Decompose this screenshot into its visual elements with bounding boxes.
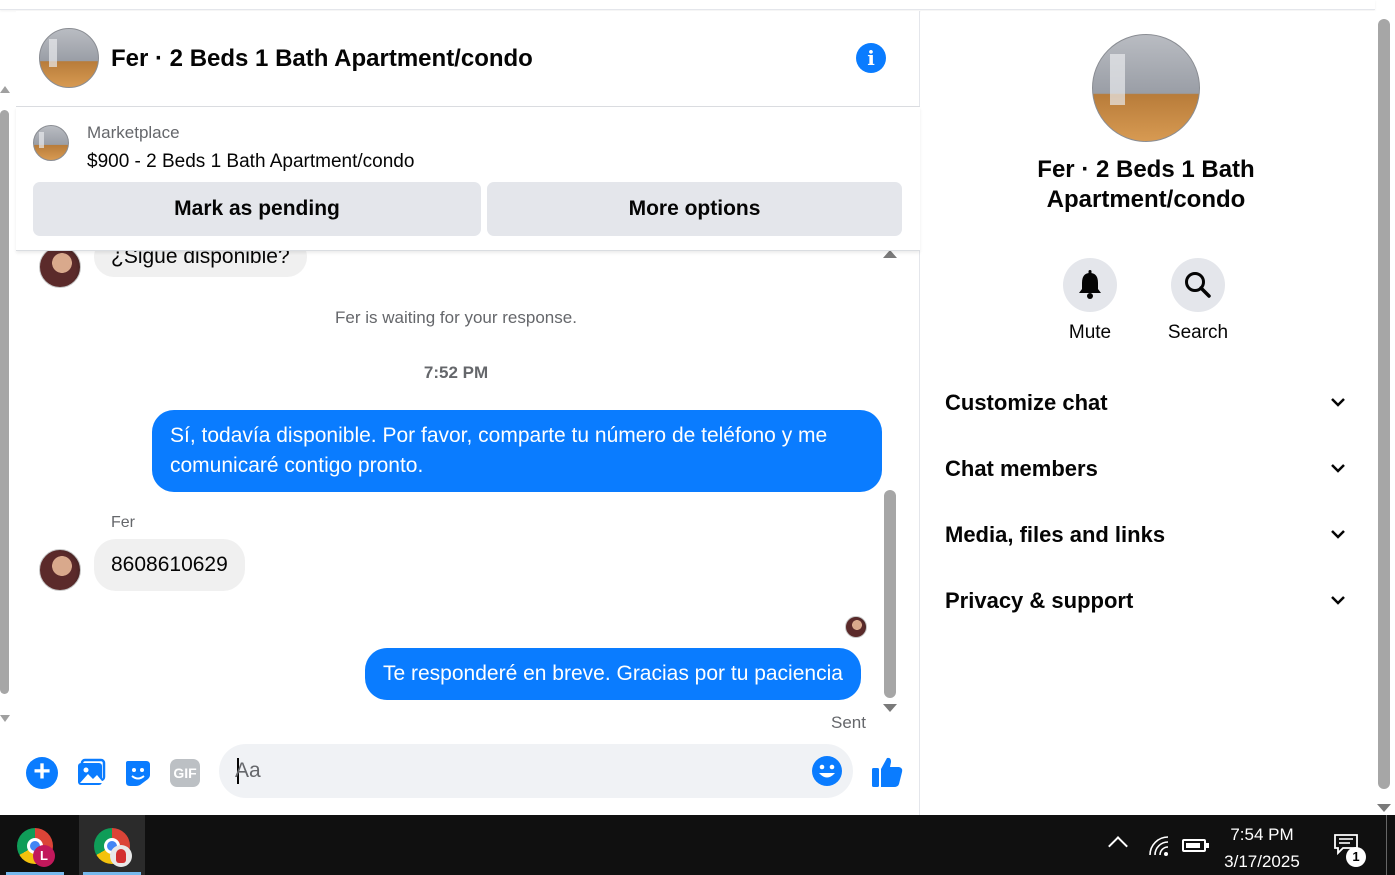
taskbar-chrome-profile-2[interactable]: [79, 815, 145, 875]
message-bubble-incoming: ¿Sigue disponible?: [94, 251, 307, 277]
clock-time: 7:54 PM: [1230, 825, 1294, 844]
thumbs-up-icon[interactable]: [870, 755, 904, 789]
message-timestamp: 7:52 PM: [423, 363, 489, 382]
chat-scrollbar-thumb[interactable]: [884, 490, 896, 698]
sender-avatar[interactable]: [39, 251, 81, 288]
details-title: Fer · 2 Beds 1 Bath Apartment/condo: [1037, 156, 1255, 213]
details-scrollbar[interactable]: [1377, 14, 1393, 814]
chat-panel: Fer · 2 Beds 1 Bath Apartment/condo i Ma…: [16, 11, 920, 815]
privacy-support-section[interactable]: Privacy & support: [945, 576, 1355, 626]
search-icon: [1185, 272, 1211, 298]
network-icon[interactable]: [1148, 835, 1172, 857]
page-scrollbar-thumb[interactable]: [0, 110, 9, 694]
section-label: Privacy & support: [945, 588, 1134, 613]
profile-person-icon: [110, 845, 132, 867]
taskbar-clock[interactable]: 7:54 PM 3/17/2025: [1210, 821, 1314, 875]
chat-members-section[interactable]: Chat members: [945, 444, 1355, 494]
mute-button[interactable]: Mute: [1050, 258, 1130, 344]
section-label: Chat members: [945, 456, 1098, 481]
battery-icon[interactable]: [1182, 839, 1209, 852]
chevron-down-icon: [1331, 530, 1345, 539]
media-files-links-section[interactable]: Media, files and links: [945, 510, 1355, 560]
chat-scroll-up-icon[interactable]: [883, 250, 897, 258]
waiting-notice: Fer is waiting for your response.: [335, 308, 577, 327]
chat-details-panel: Fer · 2 Beds 1 Bath Apartment/condo Mute…: [921, 11, 1375, 815]
message-bubble-outgoing: Sí, todavía disponible. Por favor, compa…: [152, 410, 882, 492]
taskbar-chrome-profile-l[interactable]: L: [2, 815, 68, 875]
window-top-edge: [0, 0, 1375, 10]
show-hidden-icons-chevron-icon[interactable]: [1108, 836, 1128, 856]
read-receipt-avatar: [845, 616, 867, 638]
chat-scrollbar[interactable]: [882, 250, 898, 712]
marketplace-banner: Marketplace $900 - 2 Beds 1 Bath Apartme…: [16, 107, 920, 251]
message-bubble-outgoing: Te responderé en breve. Gracias por tu p…: [365, 648, 861, 700]
taskbar: L 7:54 PM 3/17/2025 1: [0, 815, 1395, 875]
sticker-icon[interactable]: [122, 757, 154, 789]
mute-label: Mute: [1068, 322, 1112, 343]
marketplace-listing-thumbnail[interactable]: [33, 125, 69, 161]
scroll-down-arrow-icon[interactable]: [0, 715, 10, 722]
page-scrollbar[interactable]: [0, 86, 12, 722]
customize-chat-section[interactable]: Customize chat: [945, 378, 1355, 428]
message-bubble-incoming: 8608610629: [94, 539, 245, 591]
composer-bar: + GIF: [16, 741, 920, 815]
chat-header: Fer · 2 Beds 1 Bath Apartment/condo i: [16, 11, 920, 107]
chevron-down-icon: [1331, 464, 1345, 473]
chevron-down-icon: [1331, 596, 1345, 605]
marketplace-label: Marketplace: [87, 123, 180, 142]
scroll-up-arrow-icon[interactable]: [0, 86, 10, 93]
message-input-wrapper: [219, 744, 853, 798]
message-list[interactable]: ¿Sigue disponible? Fer is waiting for yo…: [16, 251, 920, 741]
section-label: Media, files and links: [945, 522, 1166, 547]
section-label: Customize chat: [945, 390, 1108, 415]
marketplace-item-title[interactable]: $900 - 2 Beds 1 Bath Apartment/condo: [87, 151, 414, 173]
details-avatar[interactable]: [1092, 34, 1200, 142]
message-status: Sent: [831, 713, 866, 732]
plus-icon[interactable]: +: [26, 757, 58, 789]
details-scrollbar-thumb[interactable]: [1378, 19, 1390, 789]
sender-name: Fer: [111, 514, 135, 531]
more-options-button[interactable]: More options: [487, 182, 902, 236]
search-button[interactable]: Search: [1158, 258, 1238, 344]
chevron-down-icon: [1331, 398, 1345, 407]
bell-icon: [1079, 270, 1101, 299]
chat-scroll-down-icon[interactable]: [883, 704, 897, 712]
message-input[interactable]: [235, 744, 795, 798]
gif-icon[interactable]: GIF: [170, 759, 200, 787]
profile-badge: L: [33, 845, 55, 867]
search-label: Search: [1167, 322, 1229, 343]
search-circle[interactable]: [1171, 258, 1225, 312]
details-scroll-down-icon[interactable]: [1377, 804, 1391, 812]
info-icon[interactable]: i: [856, 43, 886, 73]
show-desktop-button[interactable]: [1386, 815, 1387, 875]
listing-avatar[interactable]: [39, 28, 99, 88]
mute-circle[interactable]: [1063, 258, 1117, 312]
sender-avatar[interactable]: [39, 549, 81, 591]
mark-as-pending-button[interactable]: Mark as pending: [33, 182, 481, 236]
emoji-icon[interactable]: [811, 755, 843, 787]
notification-count-badge: 1: [1346, 847, 1366, 867]
image-icon[interactable]: [75, 757, 107, 789]
chat-title[interactable]: Fer · 2 Beds 1 Bath Apartment/condo: [111, 45, 533, 73]
clock-date: 3/17/2025: [1224, 852, 1300, 871]
